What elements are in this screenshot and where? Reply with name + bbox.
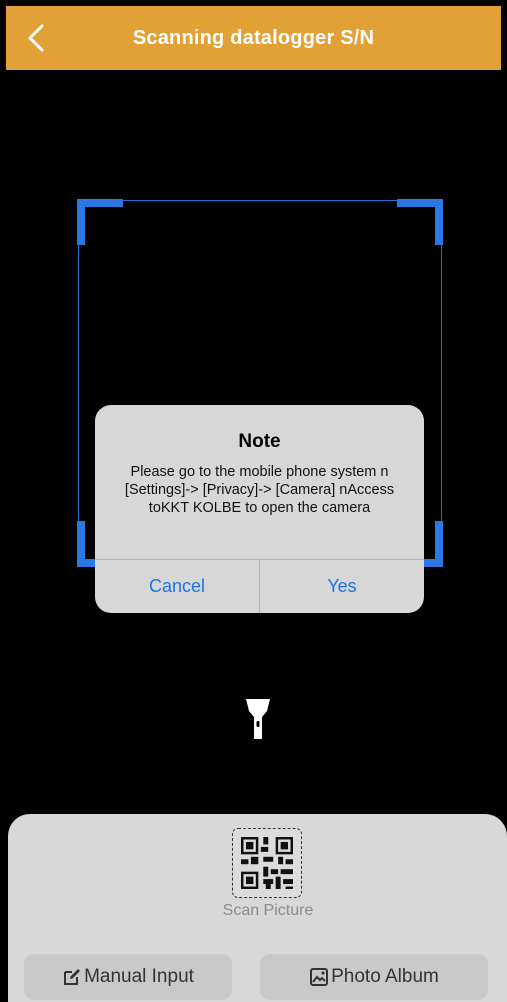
- permission-dialog: Note Please go to the mobile phone syste…: [95, 405, 424, 613]
- page-title: Scanning datalogger S/N: [132, 26, 375, 49]
- viewfinder-corner-top-right: [397, 199, 443, 245]
- qr-code-icon: [232, 828, 302, 898]
- manual-input-label: Manual Input: [84, 966, 194, 987]
- edit-icon: [64, 969, 81, 985]
- scan-picture-button[interactable]: Scan Picture: [218, 826, 318, 926]
- photo-album-button[interactable]: Photo Album: [260, 954, 488, 1000]
- image-icon: [310, 968, 329, 986]
- photo-album-label: Photo Album: [331, 966, 439, 987]
- flashlight-button[interactable]: [240, 697, 276, 741]
- manual-input-button[interactable]: Manual Input: [24, 954, 232, 1000]
- yes-button[interactable]: Yes: [259, 560, 424, 613]
- bottom-panel: Scan Picture Manual Input Photo Album: [8, 814, 507, 1002]
- flashlight-icon: [246, 699, 270, 739]
- viewfinder-corner-top-left: [77, 199, 123, 245]
- dialog-actions: Cancel Yes: [95, 559, 424, 613]
- header-bar: Scanning datalogger S/N: [6, 6, 501, 70]
- chevron-left-icon: [28, 24, 44, 52]
- screen: Scanning datalogger S/N Note Please go t…: [0, 0, 507, 1002]
- back-button[interactable]: [24, 22, 52, 54]
- scan-picture-label: Scan Picture: [222, 902, 314, 919]
- dialog-title: Note: [238, 431, 281, 452]
- dialog-message: Please go to the mobile phone system n […: [124, 464, 395, 516]
- cancel-button[interactable]: Cancel: [95, 560, 259, 613]
